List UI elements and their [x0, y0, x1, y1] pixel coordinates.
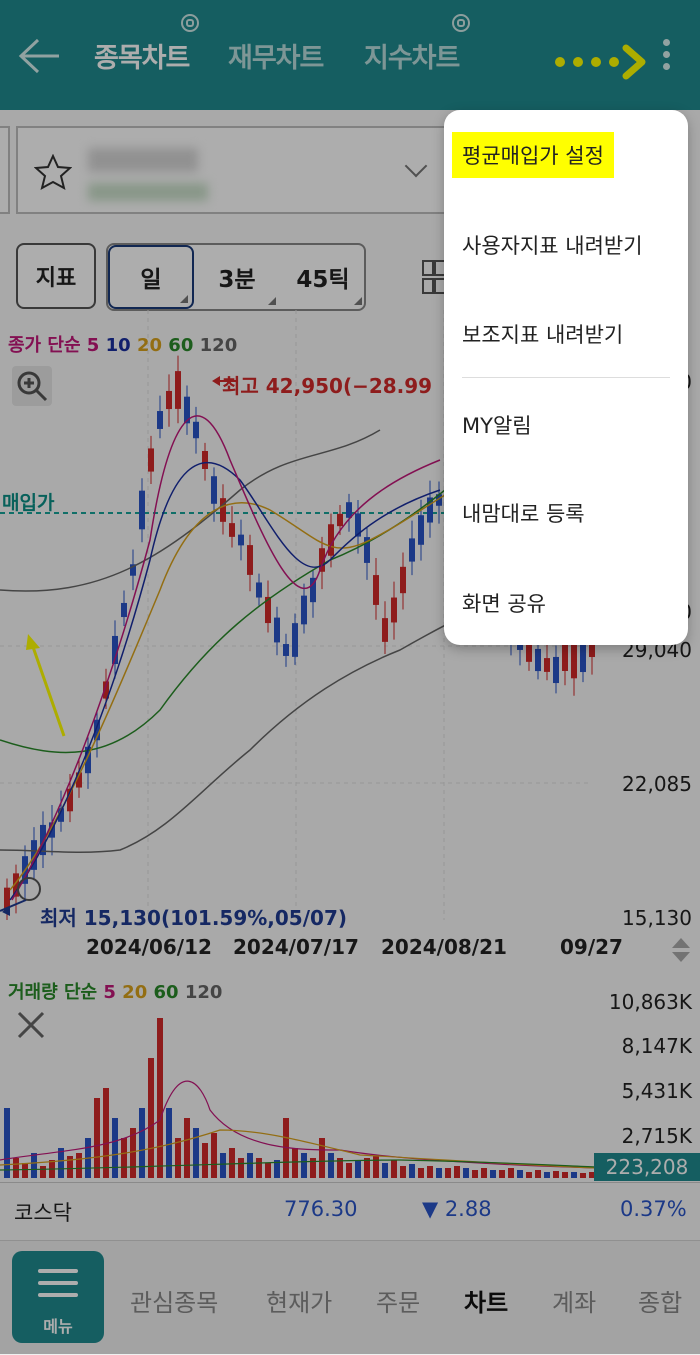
menu-separator	[462, 377, 670, 378]
menu-item-my-alerts[interactable]: MY알림	[462, 410, 532, 440]
options-dropdown-menu: 평균매입가 설정 사용자지표 내려받기 보조지표 내려받기 MY알림 내맘대로 …	[444, 110, 688, 645]
menu-item-share-screen[interactable]: 화면 공유	[462, 588, 546, 618]
menu-item-avg-price-setting[interactable]: 평균매입가 설정	[452, 132, 614, 178]
menu-item-download-aux-indicator[interactable]: 보조지표 내려받기	[462, 319, 623, 349]
menu-item-custom-register[interactable]: 내맘대로 등록	[462, 498, 585, 528]
menu-item-download-user-indicator[interactable]: 사용자지표 내려받기	[462, 230, 643, 260]
